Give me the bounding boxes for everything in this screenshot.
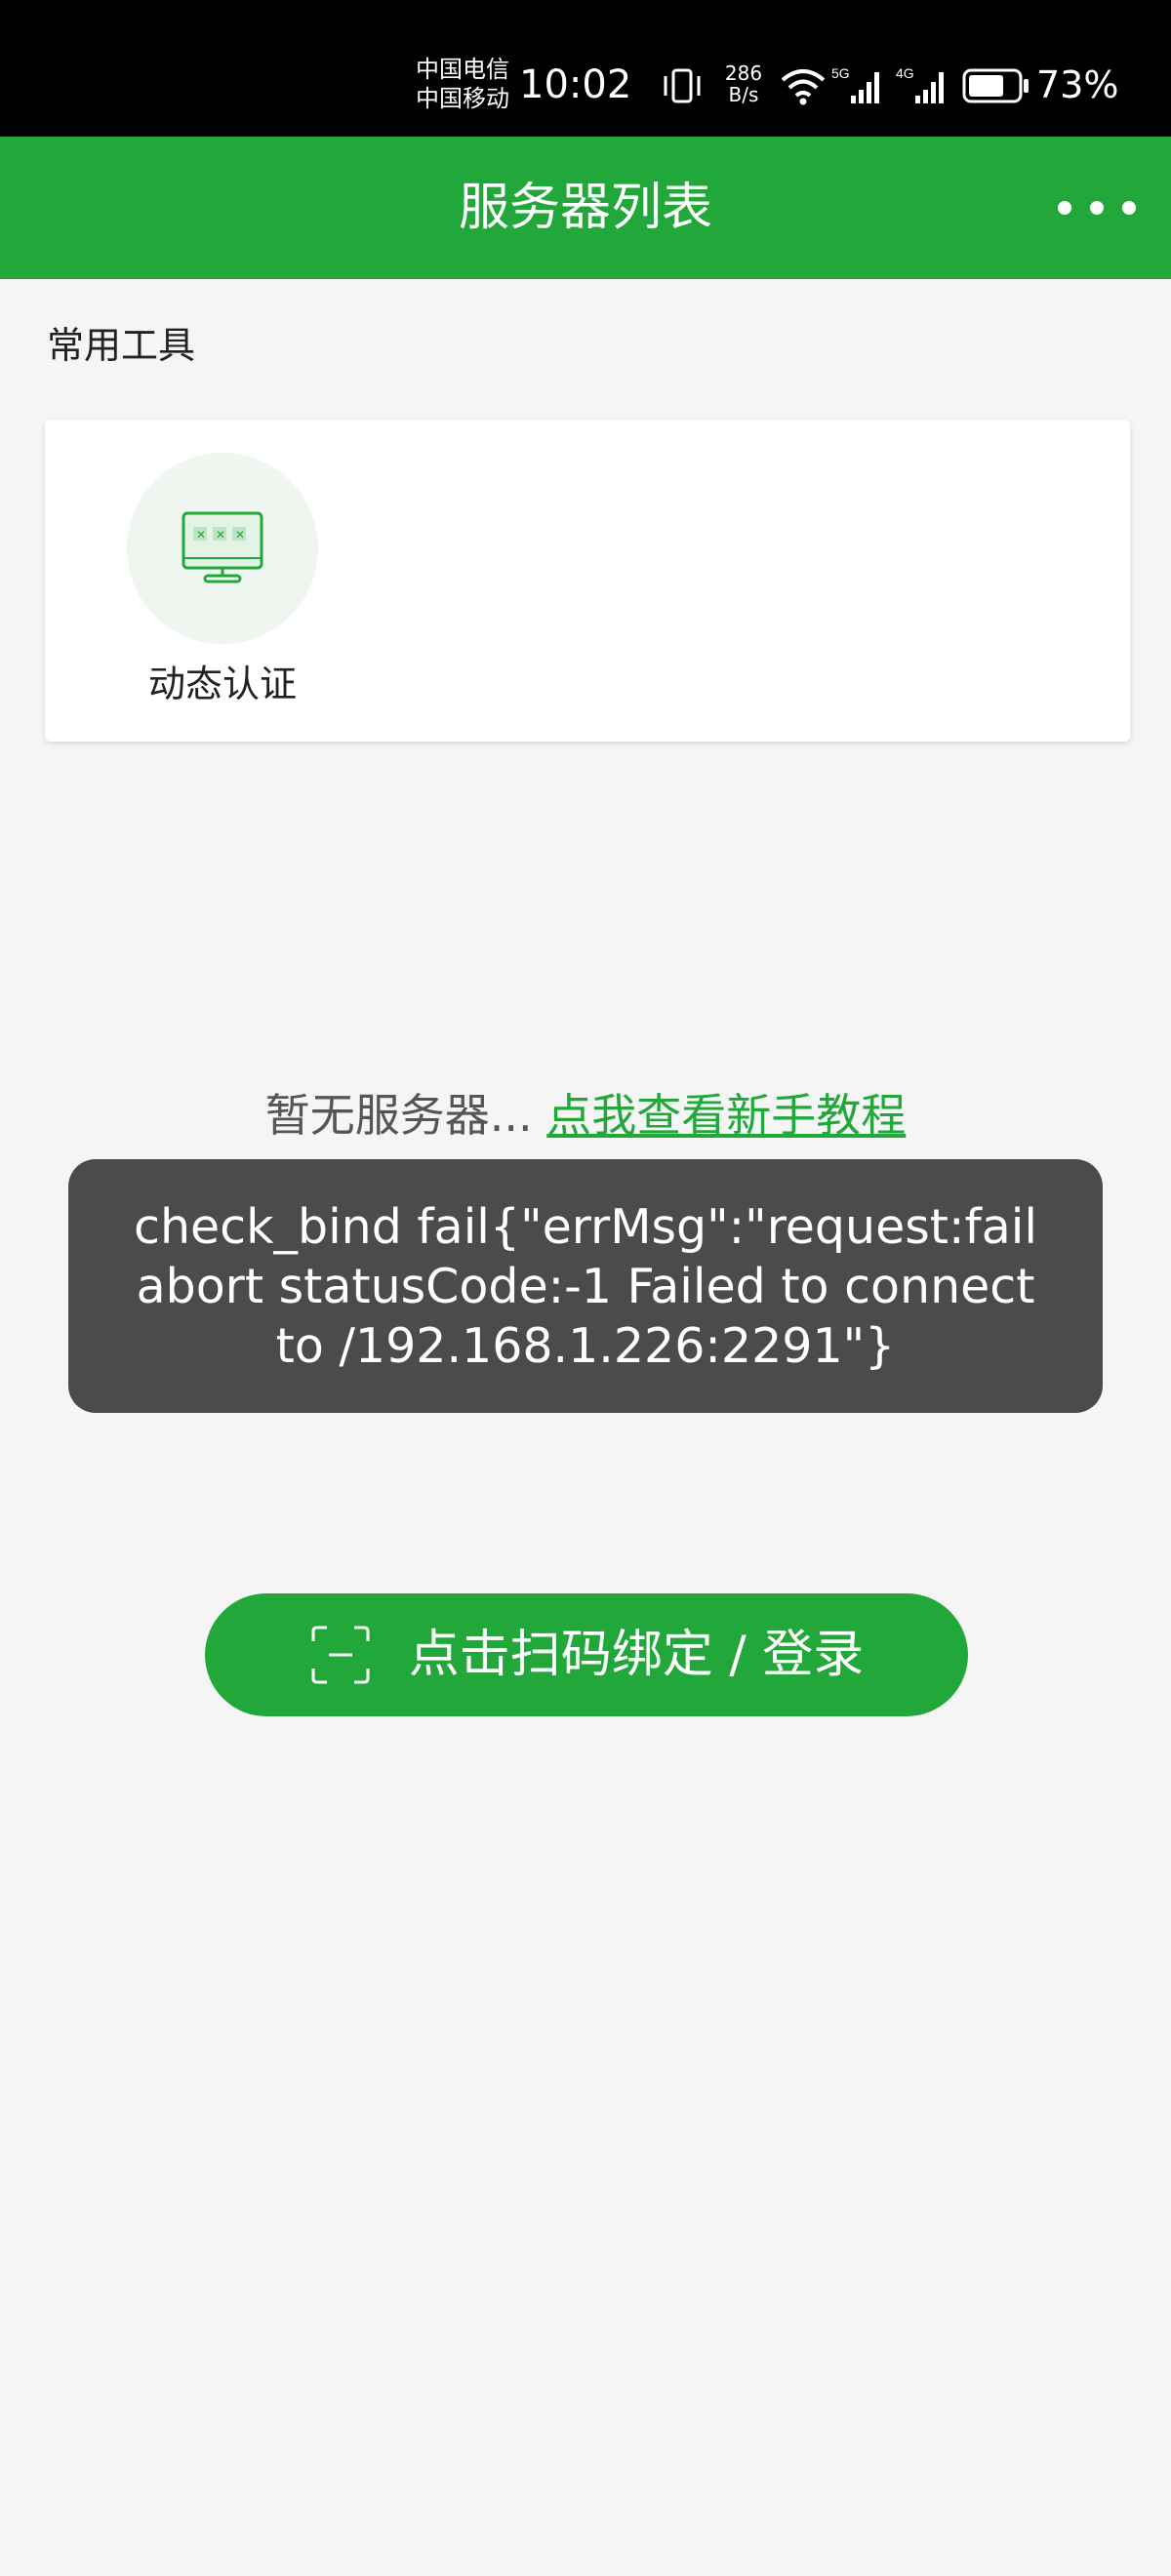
network-speed-value: 286 bbox=[724, 61, 763, 85]
carrier-2: 中国移动 bbox=[416, 85, 509, 112]
empty-state-text: 暂无服务器... bbox=[264, 1089, 533, 1142]
carrier-1: 中国电信 bbox=[416, 56, 509, 83]
more-options-button[interactable] bbox=[1058, 183, 1136, 232]
carrier-info: 中国电信 中国移动 bbox=[416, 55, 509, 113]
svg-text:✕: ✕ bbox=[216, 528, 225, 542]
network-speed: 286 B/s bbox=[720, 62, 767, 105]
tool-label: 动态认证 bbox=[147, 663, 297, 705]
tutorial-link[interactable]: 点我查看新手教程 bbox=[546, 1089, 906, 1142]
page-title: 服务器列表 bbox=[458, 179, 712, 237]
ellipsis-dot bbox=[1122, 201, 1136, 215]
error-toast: check_bind fail{"errMsg":"request:fail a… bbox=[68, 1159, 1103, 1413]
app-header: 服务器列表 bbox=[0, 137, 1171, 279]
tool-icon-background: ✕ ✕ ✕ bbox=[127, 453, 318, 644]
ellipsis-icon bbox=[1058, 201, 1071, 215]
ellipsis-dot bbox=[1090, 201, 1104, 215]
status-bar: 中国电信 中国移动 10:02 286 B/s 5G 4G 73% bbox=[0, 0, 1171, 137]
tool-item-dynamic-auth[interactable]: ✕ ✕ ✕ 动态认证 bbox=[113, 453, 318, 716]
scan-icon bbox=[311, 1626, 370, 1684]
signal-5g-label: 5G bbox=[831, 65, 850, 81]
tools-section-title: 常用工具 bbox=[47, 324, 196, 367]
signal-5g-icon: 5G bbox=[831, 65, 879, 103]
signal-4g-icon: 4G bbox=[896, 65, 944, 103]
toast-message: check_bind fail{"errMsg":"request:fail a… bbox=[134, 1198, 1037, 1374]
monitor-password-icon: ✕ ✕ ✕ bbox=[182, 511, 263, 584]
svg-text:✕: ✕ bbox=[196, 528, 206, 542]
wifi-icon bbox=[781, 69, 826, 105]
status-time: 10:02 bbox=[519, 62, 632, 107]
battery-icon bbox=[962, 68, 1029, 103]
scan-button-label: 点击扫码绑定 / 登录 bbox=[408, 1626, 865, 1684]
battery-percent: 73% bbox=[1036, 63, 1119, 106]
signal-4g-label: 4G bbox=[896, 65, 914, 81]
scan-bind-login-button[interactable]: 点击扫码绑定 / 登录 bbox=[205, 1593, 968, 1716]
vibrate-icon bbox=[664, 68, 701, 103]
svg-text:✕: ✕ bbox=[235, 528, 245, 542]
tools-card: ✕ ✕ ✕ 动态认证 bbox=[45, 420, 1130, 742]
empty-state: 暂无服务器... 点我查看新手教程 bbox=[0, 1083, 1171, 1147]
network-speed-unit: B/s bbox=[728, 83, 759, 106]
